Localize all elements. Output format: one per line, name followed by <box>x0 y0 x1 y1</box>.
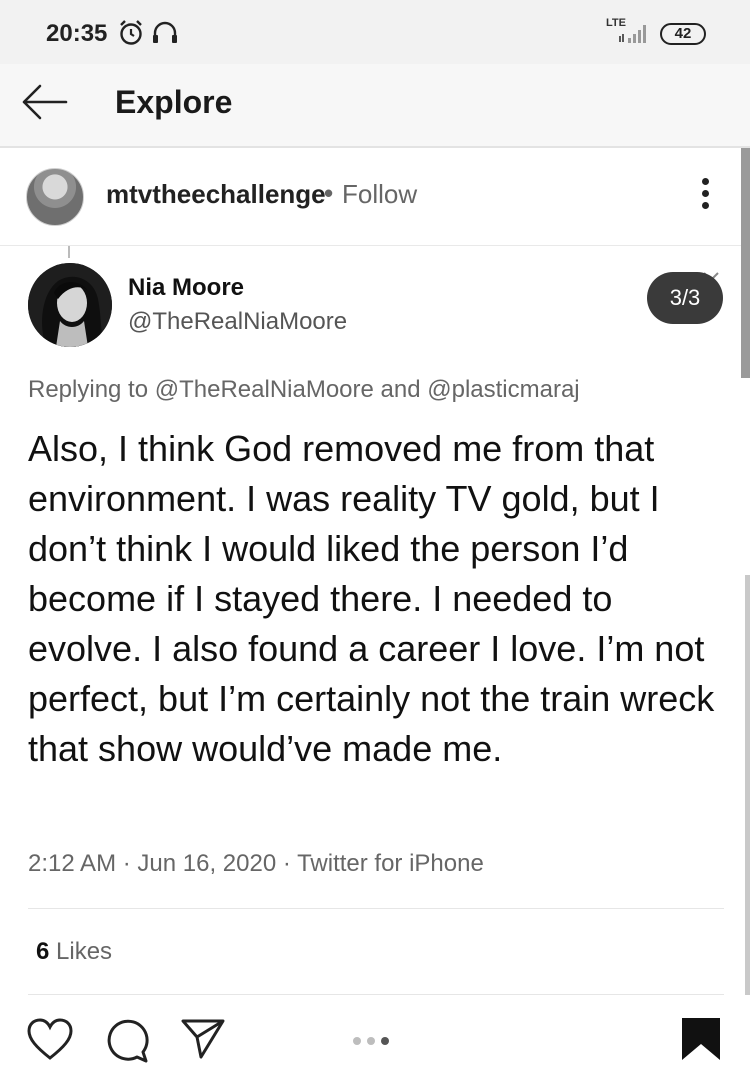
likes-label: Likes <box>56 938 113 965</box>
separator-dot: • <box>324 178 334 208</box>
scrollbar-track <box>745 575 750 995</box>
tweet-author-handle: @TheRealNiaMoore <box>128 308 348 335</box>
alarm-icon <box>120 20 142 45</box>
more-vertical-icon[interactable] <box>693 178 717 218</box>
replying-to: Replying to @TheRealNiaMoore and @plasti… <box>28 376 580 403</box>
heart-icon[interactable] <box>26 1018 74 1062</box>
tweet-avatar <box>28 263 112 347</box>
tweet-meta: 2:12 AM · Jun 16, 2020 · Twitter for iPh… <box>28 850 484 877</box>
post-username[interactable]: mtvtheechallenge <box>106 179 326 210</box>
status-time: 20:35 <box>46 20 108 47</box>
send-icon[interactable] <box>180 1018 226 1060</box>
follow-button[interactable]: Follow <box>342 179 417 210</box>
signal-icon <box>619 25 646 43</box>
page-title: Explore <box>115 84 233 120</box>
status-bar: 20:35 LTE 42 <box>0 0 750 64</box>
app-header: Explore <box>0 64 750 148</box>
tweet-author-name: Nia Moore <box>128 274 245 301</box>
avatar[interactable] <box>26 168 84 226</box>
headphones-icon <box>153 21 177 43</box>
bookmark-icon[interactable] <box>680 1016 722 1062</box>
scrollbar[interactable] <box>741 148 750 378</box>
arrow-left-icon[interactable] <box>20 80 70 124</box>
comment-icon[interactable] <box>103 1018 151 1064</box>
tweet-text: Also, I think God removed me from that e… <box>28 428 715 769</box>
likes-count[interactable]: 6 Likes <box>36 938 112 966</box>
thread-line <box>68 246 70 258</box>
divider <box>28 908 724 909</box>
divider <box>28 994 724 995</box>
carousel-page-indicator: 3/3 <box>647 272 723 324</box>
post-header: mtvtheechallenge • Follow <box>0 148 750 246</box>
carousel-dots <box>353 1032 395 1050</box>
battery-indicator: 42 <box>660 23 706 45</box>
likes-number: 6 <box>36 938 50 965</box>
